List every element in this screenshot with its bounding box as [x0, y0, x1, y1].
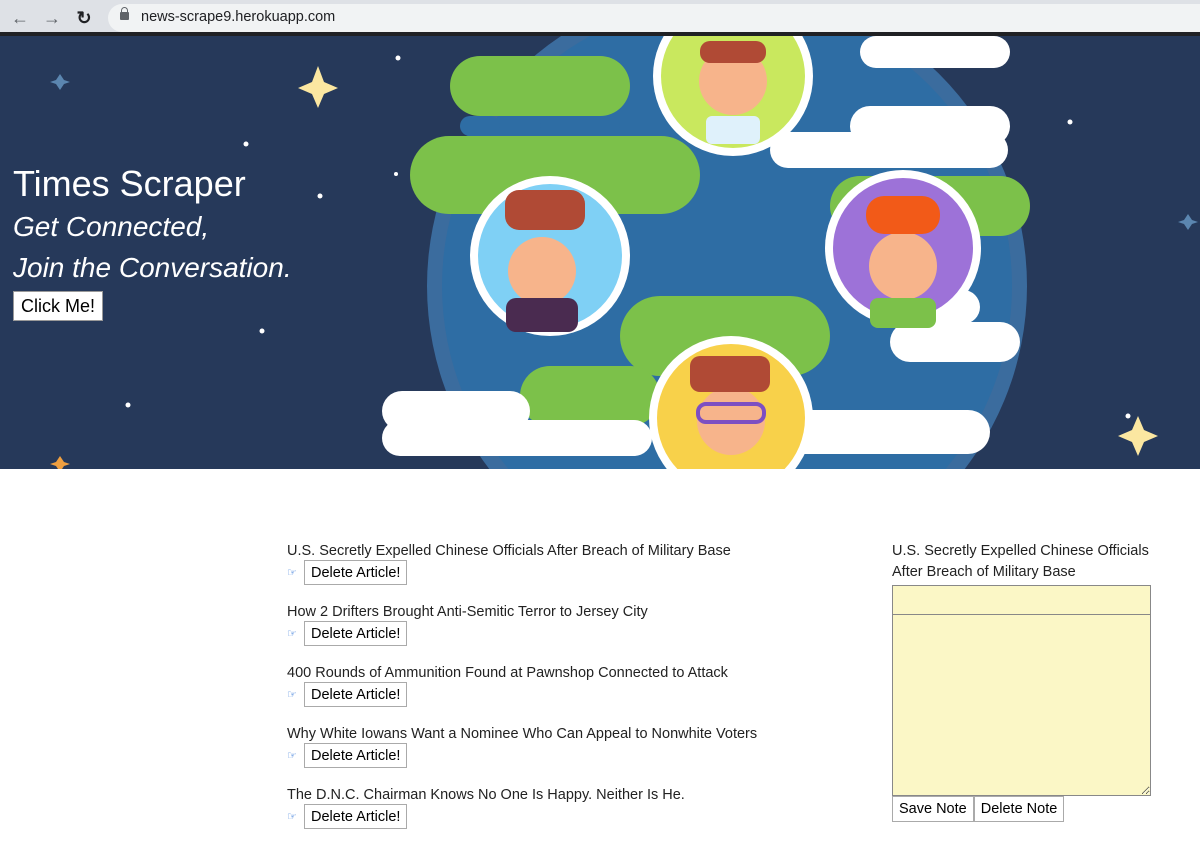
- article-title[interactable]: The D.N.C. Chairman Knows No One Is Happ…: [287, 785, 807, 805]
- hero-banner: Times Scraper Get Connected, Join the Co…: [0, 36, 1200, 469]
- delete-article-button[interactable]: Delete Article!: [304, 682, 408, 707]
- article-title[interactable]: Why White Iowans Want a Nominee Who Can …: [287, 724, 807, 744]
- pointing-hand-icon: ☞: [287, 688, 297, 701]
- note-actions: Save Note Delete Note: [892, 796, 1151, 822]
- sparkle-icon: [50, 74, 70, 90]
- sparkle-icon: [1178, 214, 1198, 230]
- note-body-textarea[interactable]: [892, 615, 1151, 796]
- article-title[interactable]: 400 Rounds of Ammunition Found at Pawnsh…: [287, 663, 807, 683]
- click-me-button[interactable]: Click Me!: [13, 291, 104, 321]
- sparkle-icon: [1118, 416, 1158, 456]
- note-title-input[interactable]: [892, 585, 1151, 615]
- delete-article-button[interactable]: Delete Article!: [304, 621, 408, 646]
- article-title[interactable]: How 2 Drifters Brought Anti-Semitic Terr…: [287, 602, 807, 622]
- note-panel: U.S. Secretly Expelled Chinese Officials…: [892, 541, 1151, 822]
- list-item: How 2 Drifters Brought Anti-Semitic Terr…: [287, 602, 807, 663]
- pointing-hand-icon: ☞: [287, 810, 297, 823]
- back-icon[interactable]: ←: [9, 7, 31, 29]
- article-list: U.S. Secretly Expelled Chinese Officials…: [287, 541, 807, 846]
- article-title[interactable]: U.S. Secretly Expelled Chinese Officials…: [287, 541, 807, 561]
- avatar-left: [470, 176, 630, 336]
- delete-article-button[interactable]: Delete Article!: [304, 560, 408, 585]
- lock-icon: [120, 7, 129, 20]
- tagline-line-2: Join the Conversation.: [13, 252, 292, 283]
- list-item: 400 Rounds of Ammunition Found at Pawnsh…: [287, 663, 807, 724]
- sparkle-icon: [50, 456, 70, 469]
- tagline-line-1: Get Connected,: [13, 211, 210, 242]
- note-article-title: U.S. Secretly Expelled Chinese Officials…: [892, 543, 1149, 580]
- sparkle-icon: [298, 66, 338, 108]
- delete-article-button[interactable]: Delete Article!: [304, 804, 408, 829]
- pointing-hand-icon: ☞: [287, 749, 297, 762]
- delete-note-button[interactable]: Delete Note: [973, 796, 1065, 822]
- pointing-hand-icon: ☞: [287, 566, 297, 579]
- forward-icon[interactable]: →: [41, 7, 63, 29]
- pointing-hand-icon: ☞: [287, 627, 297, 640]
- list-item: The D.N.C. Chairman Knows No One Is Happ…: [287, 785, 807, 846]
- save-note-button[interactable]: Save Note: [892, 796, 974, 822]
- list-item: U.S. Secretly Expelled Chinese Officials…: [287, 541, 807, 602]
- delete-article-button[interactable]: Delete Article!: [304, 743, 408, 768]
- url-text: news-scrape9.herokuapp.com: [141, 9, 336, 25]
- list-item: Why White Iowans Want a Nominee Who Can …: [287, 724, 807, 785]
- hero-text: Times Scraper Get Connected, Join the Co…: [13, 162, 292, 321]
- browser-toolbar: ← → ↻ news-scrape9.herokuapp.com: [0, 0, 1200, 36]
- reload-icon[interactable]: ↻: [73, 7, 95, 29]
- site-title: Times Scraper: [13, 163, 246, 204]
- address-bar[interactable]: news-scrape9.herokuapp.com: [108, 4, 1200, 32]
